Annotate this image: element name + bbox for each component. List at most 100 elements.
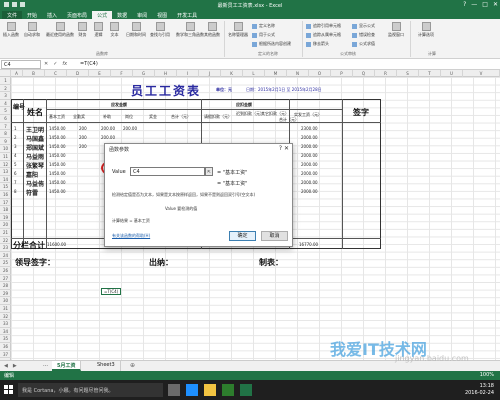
row-header[interactable]: 27 [0,275,11,283]
evaluate-formula-button[interactable]: 公式求值 [352,41,375,47]
file-explorer-icon[interactable] [204,384,216,396]
row-header[interactable]: 18 [0,206,11,214]
tab-page-layout[interactable]: 页面布局 [62,11,92,19]
row-header[interactable]: 28 [0,282,11,290]
post-allowance[interactable]: 200.00 [123,126,137,131]
row-header[interactable]: 36 [0,343,11,351]
autosum-button[interactable]: 自动求和 [24,22,40,38]
employee-name[interactable]: 嘉阳 [26,170,38,179]
row-header[interactable]: 3 [0,92,11,100]
attendance-bonus[interactable]: 200 [79,144,87,149]
logical-button[interactable]: 逻辑 [94,22,103,38]
tab-developer[interactable]: 开发工具 [172,11,202,19]
row-header[interactable]: 32 [0,313,11,321]
column-header[interactable]: A [11,70,23,77]
basic-salary[interactable]: 1450.00 [49,135,66,140]
function-help-link[interactable]: 有关该函数的帮助(H) [112,233,150,239]
employee-id[interactable]: 3 [14,144,17,149]
financial-button[interactable]: 财务 [78,22,87,38]
column-header[interactable]: K [221,70,243,77]
cancel-icon[interactable]: ✕ [44,61,48,67]
basic-salary[interactable]: 1450.00 [49,126,66,131]
remove-arrows-button[interactable]: 移去箭头 [306,41,329,47]
tab-file[interactable]: 文件 [2,11,23,19]
basic-salary[interactable]: 1450.00 [49,153,66,158]
actual-salary[interactable]: 2300.00 [301,126,318,131]
actual-salary[interactable]: 2000.00 [301,189,318,194]
lookup-reference-button[interactable]: 查找与引用 [150,22,170,38]
column-header[interactable]: E [89,70,111,77]
column-header[interactable]: B [23,70,45,77]
actual-salary[interactable]: 2000.00 [301,144,318,149]
sheet-tab-may-salary[interactable]: 5月工资 [52,361,82,371]
row-header[interactable]: 4 [0,100,11,108]
basic-salary[interactable]: 1450.00 [49,162,66,167]
column-header[interactable]: D [67,70,89,77]
employee-id[interactable]: 2 [14,135,17,140]
task-view-icon[interactable] [168,384,180,396]
row-header[interactable]: 5 [0,107,11,115]
row-header[interactable]: 13 [0,168,11,176]
row-header[interactable]: 35 [0,335,11,343]
column-header[interactable]: F [111,70,133,77]
active-cell-formula[interactable]: =T(C4) [101,288,122,295]
store-icon[interactable] [222,384,234,396]
tab-view[interactable]: 视图 [152,11,172,19]
column-header[interactable]: G [133,70,155,77]
close-icon[interactable]: ✕ [493,1,498,8]
trace-dependents-button[interactable]: 追踪从属单元格 [306,32,341,38]
actual-salary[interactable]: 2000.00 [301,135,318,140]
basic-salary[interactable]: 1450.00 [49,144,66,149]
column-header[interactable]: Q [353,70,375,77]
recent-functions-button[interactable]: 最近使用的函数 [46,22,74,38]
row-header[interactable]: 2 [0,85,11,93]
ok-button[interactable]: 确定 [229,231,256,241]
row-header[interactable]: 19 [0,214,11,222]
row-header[interactable]: 7 [0,123,11,131]
tab-home[interactable]: 开始 [22,11,42,19]
create-from-selection-button[interactable]: 根据所选内容创建 [252,41,291,47]
row-header[interactable]: 24 [0,252,11,260]
row-header[interactable]: 22 [0,237,11,245]
column-header[interactable]: J [199,70,221,77]
windows-start-icon[interactable] [4,385,14,395]
show-formulas-button[interactable]: 显示公式 [352,23,375,29]
row-header[interactable]: 11 [0,153,11,161]
enter-icon[interactable]: ✓ [53,61,57,67]
maximize-icon[interactable]: □ [482,1,488,8]
excel-icon[interactable] [240,384,252,396]
column-header[interactable]: P [331,70,353,77]
employee-name[interactable]: 马益侑 [26,179,44,188]
row-header[interactable]: 33 [0,320,11,328]
row-header[interactable]: 15 [0,183,11,191]
employee-name[interactable]: 王卫明 [26,125,44,134]
row-header[interactable]: 6 [0,115,11,123]
row-header[interactable]: 9 [0,138,11,146]
actual-salary[interactable]: 2000.00 [301,180,318,185]
attendance-bonus[interactable]: 200 [79,126,87,131]
employee-id[interactable]: 4 [14,153,17,158]
row-header[interactable]: 30 [0,297,11,305]
trace-precedents-button[interactable]: 追踪引用单元格 [306,23,341,29]
fx-icon[interactable]: fx [62,61,67,67]
attendance-bonus[interactable]: 200 [79,135,87,140]
column-header[interactable]: C [45,70,67,77]
row-header[interactable]: 34 [0,328,11,336]
employee-id[interactable]: 5 [14,162,17,167]
math-trig-button[interactable]: 数学和三角函数 [176,22,204,38]
cortana-search-box[interactable]: 我是 Cortana，小娜。有问题尽管问我。 [18,383,163,397]
column-header[interactable]: L [243,70,265,77]
name-box[interactable]: C4 [1,60,41,69]
watch-window-button[interactable]: 监视窗口 [388,22,404,38]
row-header[interactable]: 10 [0,145,11,153]
actual-salary[interactable]: 2000.00 [301,171,318,176]
date-time-button[interactable]: 日期和时间 [126,22,146,38]
employee-name[interactable]: 马益雨 [26,152,44,161]
row-header[interactable]: 1 [0,77,11,85]
formula-input[interactable]: =T(C4) [78,60,496,69]
row-header[interactable]: 8 [0,130,11,138]
basic-salary[interactable]: 1450.00 [49,171,66,176]
row-header[interactable]: 17 [0,199,11,207]
select-all-corner[interactable] [0,70,11,77]
actual-salary[interactable]: 2000.00 [301,162,318,167]
